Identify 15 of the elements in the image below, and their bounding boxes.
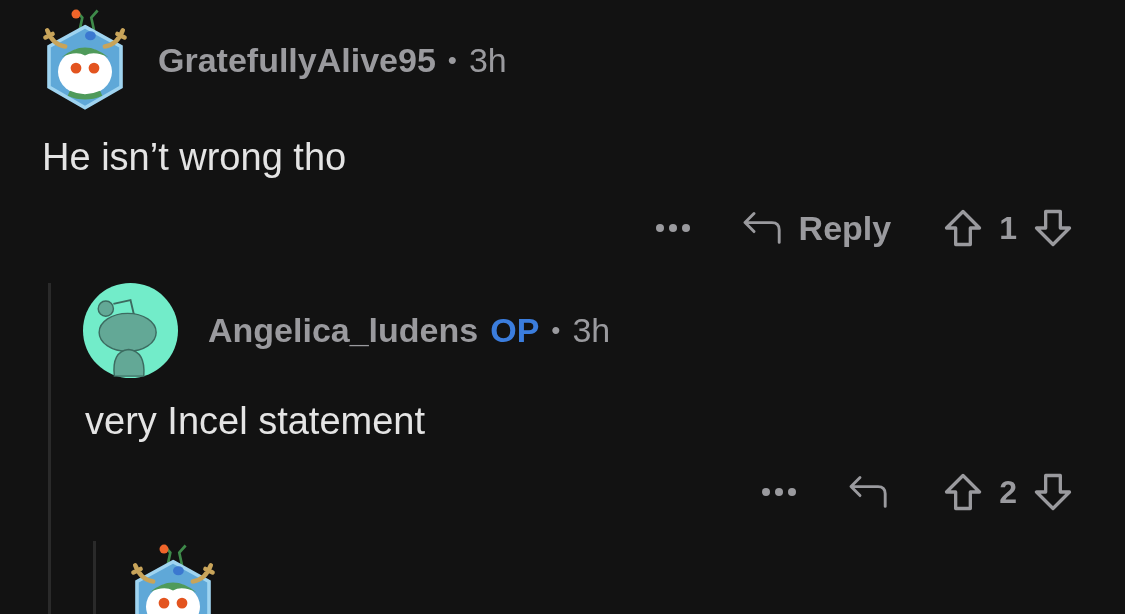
vote-count: 2 xyxy=(999,473,1017,511)
vote-count: 1 xyxy=(999,209,1017,247)
op-label: OP xyxy=(490,311,540,350)
timestamp: 3h xyxy=(572,311,611,350)
reply-button[interactable]: Reply xyxy=(740,208,892,248)
more-icon[interactable] xyxy=(761,487,798,497)
comment-text: He isn’t wrong tho xyxy=(42,136,348,179)
separator-dot: • xyxy=(551,315,561,346)
separator-dot: • xyxy=(447,44,457,76)
username[interactable]: GratefullyAlive95 xyxy=(158,40,436,80)
bear-avatar-icon xyxy=(83,283,178,378)
more-icon[interactable] xyxy=(654,223,691,233)
comment-text: very Incel statement xyxy=(85,400,427,443)
username[interactable]: Angelica_ludens xyxy=(208,311,479,350)
timestamp: 3h xyxy=(468,40,507,80)
